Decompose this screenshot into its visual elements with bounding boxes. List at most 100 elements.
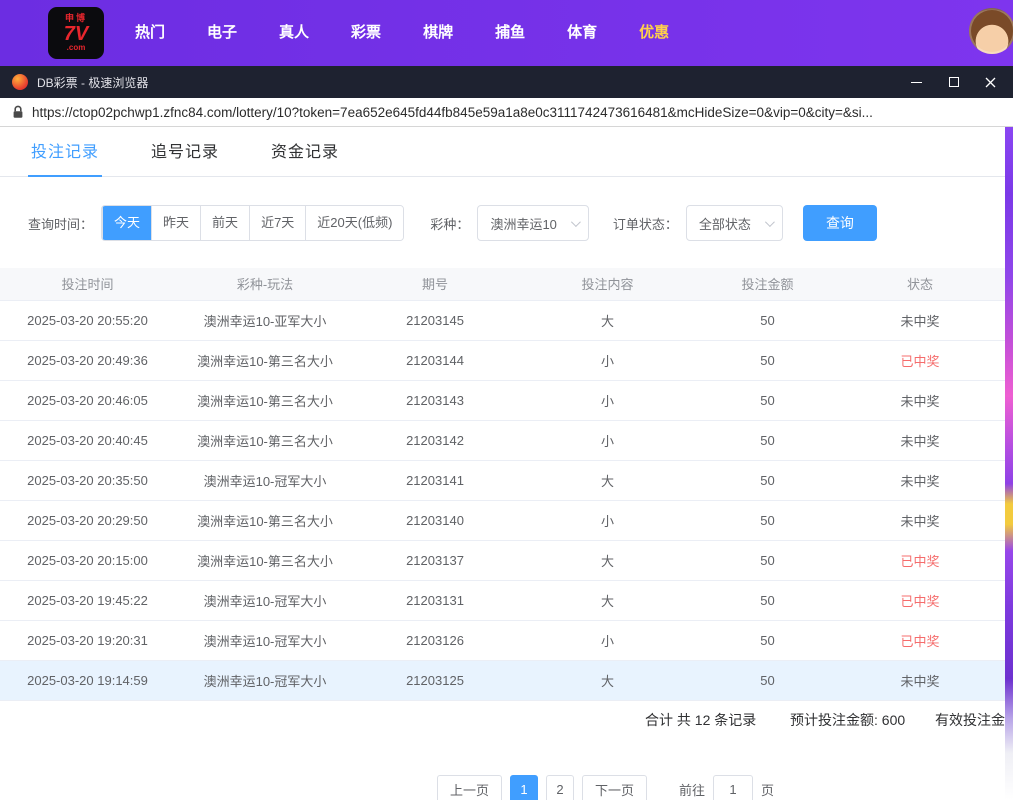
table-row[interactable]: 2025-03-20 20:46:05 澳洲幸运10-第三名大小 2120314… — [0, 380, 1005, 420]
order-status-select[interactable]: 全部状态 — [686, 205, 783, 241]
cell-status: 未中奖 — [835, 460, 1005, 500]
cell-bet-amount: 50 — [700, 660, 835, 700]
cell-game-play: 澳洲幸运10-第三名大小 — [175, 420, 355, 460]
goto-unit-label: 页 — [761, 780, 774, 799]
cell-bet-time: 2025-03-20 20:35:50 — [0, 460, 175, 500]
cell-game-play: 澳洲幸运10-冠军大小 — [175, 580, 355, 620]
nav-item[interactable]: 棋牌 — [402, 0, 474, 66]
cell-issue-number: 21203126 — [355, 620, 515, 660]
cell-bet-time: 2025-03-20 19:20:31 — [0, 620, 175, 660]
address-bar: https://ctop02pchwp1.zfnc84.com/lottery/… — [0, 98, 1013, 127]
cell-bet-amount: 50 — [700, 380, 835, 420]
nav-item[interactable]: 真人 — [258, 0, 330, 66]
order-status-value: 全部状态 — [699, 214, 751, 233]
tab[interactable]: 资金记录 — [268, 138, 342, 176]
cell-bet-content: 小 — [515, 340, 700, 380]
page-number-button[interactable]: 1 — [510, 775, 538, 800]
table-header-row: 投注时间 彩种-玩法 期号 投注内容 投注金额 状态 — [0, 268, 1005, 300]
table-header-cell: 状态 — [835, 268, 1005, 300]
cell-bet-content: 小 — [515, 620, 700, 660]
cell-game-play: 澳洲幸运10-冠军大小 — [175, 620, 355, 660]
cell-bet-amount: 50 — [700, 500, 835, 540]
table-header-cell: 期号 — [355, 268, 515, 300]
order-status-label: 订单状态： — [613, 214, 678, 233]
cell-issue-number: 21203144 — [355, 340, 515, 380]
table-row[interactable]: 2025-03-20 20:29:50 澳洲幸运10-第三名大小 2120314… — [0, 500, 1005, 540]
cell-issue-number: 21203140 — [355, 500, 515, 540]
tab[interactable]: 投注记录 — [28, 138, 102, 177]
table-row[interactable]: 2025-03-20 20:40:45 澳洲幸运10-第三名大小 2120314… — [0, 420, 1005, 460]
logo-text-bottom: .com — [67, 44, 86, 53]
next-page-button[interactable]: 下一页 — [582, 775, 647, 800]
page-number-button[interactable]: 2 — [546, 775, 574, 800]
cell-bet-content: 小 — [515, 500, 700, 540]
cell-bet-time: 2025-03-20 20:55:20 — [0, 300, 175, 340]
nav-item[interactable]: 彩票 — [330, 0, 402, 66]
cell-bet-time: 2025-03-20 20:40:45 — [0, 420, 175, 460]
time-range-option[interactable]: 近20天(低频) — [305, 206, 403, 240]
cell-bet-amount: 50 — [700, 460, 835, 500]
table-row[interactable]: 2025-03-20 19:20:31 澳洲幸运10-冠军大小 21203126… — [0, 620, 1005, 660]
nav-item[interactable]: 热门 — [114, 0, 186, 66]
cell-game-play: 澳洲幸运10-第三名大小 — [175, 500, 355, 540]
tab[interactable]: 追号记录 — [148, 138, 222, 176]
cell-status: 未中奖 — [835, 300, 1005, 340]
lottery-type-value: 澳洲幸运10 — [490, 214, 556, 233]
pagination: 上一页 1 2 下一页 前往 页 — [437, 775, 774, 800]
valid-amount-text: 有效投注金 — [935, 700, 1005, 740]
site-logo[interactable]: 申博 7V .com — [48, 7, 104, 59]
window-title: DB彩票 - 极速浏览器 — [37, 74, 148, 91]
nav-item[interactable]: 体育 — [546, 0, 618, 66]
cell-bet-amount: 50 — [700, 580, 835, 620]
logo-text-main: 7V — [64, 24, 88, 44]
table-row[interactable]: 2025-03-20 19:14:59 澳洲幸运10-冠军大小 21203125… — [0, 660, 1005, 700]
bet-records-table: 投注时间 彩种-玩法 期号 投注内容 投注金额 状态 — [0, 268, 1005, 701]
site-header: 申博 7V .com 热门 电子 真人 彩票 棋牌 捕鱼 体育 优惠 — [0, 0, 1013, 66]
nav-item[interactable]: 电子 — [186, 0, 258, 66]
cell-bet-time: 2025-03-20 20:29:50 — [0, 500, 175, 540]
table-header-cell: 投注金额 — [700, 268, 835, 300]
table-row[interactable]: 2025-03-20 20:55:20 澳洲幸运10-亚军大小 21203145… — [0, 300, 1005, 340]
cell-bet-time: 2025-03-20 19:14:59 — [0, 660, 175, 700]
close-button[interactable] — [972, 66, 1009, 98]
nav-item[interactable]: 优惠 — [618, 0, 690, 66]
window-controls — [898, 66, 1009, 98]
cell-bet-time: 2025-03-20 20:15:00 — [0, 540, 175, 580]
browser-titlebar: DB彩票 - 极速浏览器 — [0, 66, 1013, 98]
table-row[interactable]: 2025-03-20 20:49:36 澳洲幸运10-第三名大小 2120314… — [0, 340, 1005, 380]
chevron-down-icon — [765, 217, 775, 227]
table-row[interactable]: 2025-03-20 20:35:50 澳洲幸运10-冠军大小 21203141… — [0, 460, 1005, 500]
time-range-option[interactable]: 昨天 — [151, 206, 200, 240]
time-range-option[interactable]: 近7天 — [249, 206, 305, 240]
table-row[interactable]: 2025-03-20 19:45:22 澳洲幸运10-冠军大小 21203131… — [0, 580, 1005, 620]
minimize-button[interactable] — [898, 66, 935, 98]
cell-status: 未中奖 — [835, 420, 1005, 460]
nav-item[interactable]: 捕鱼 — [474, 0, 546, 66]
cell-bet-amount: 50 — [700, 420, 835, 460]
cell-issue-number: 21203142 — [355, 420, 515, 460]
main-nav: 热门 电子 真人 彩票 棋牌 捕鱼 体育 优惠 — [114, 0, 690, 66]
cell-status: 已中奖 — [835, 540, 1005, 580]
prev-page-button[interactable]: 上一页 — [437, 775, 502, 800]
goto-page-input[interactable] — [713, 775, 753, 800]
cell-issue-number: 21203125 — [355, 660, 515, 700]
table-header-cell: 彩种-玩法 — [175, 268, 355, 300]
expected-amount-text: 预计投注金额: 600 — [790, 700, 905, 740]
search-button[interactable]: 查询 — [803, 205, 877, 241]
time-range-option[interactable]: 前天 — [200, 206, 249, 240]
cell-game-play: 澳洲幸运10-第三名大小 — [175, 540, 355, 580]
user-avatar[interactable] — [969, 8, 1013, 54]
cell-status: 未中奖 — [835, 380, 1005, 420]
url-input[interactable]: https://ctop02pchwp1.zfnc84.com/lottery/… — [32, 105, 1001, 120]
page-number-list: 1 2 — [510, 775, 582, 800]
maximize-button[interactable] — [935, 66, 972, 98]
lottery-type-select[interactable]: 澳洲幸运10 — [477, 205, 588, 241]
cell-status: 已中奖 — [835, 580, 1005, 620]
table-row[interactable]: 2025-03-20 20:15:00 澳洲幸运10-第三名大小 2120313… — [0, 540, 1005, 580]
total-records-text: 合计 共 12 条记录 — [645, 700, 756, 740]
table-header-cell: 投注时间 — [0, 268, 175, 300]
cell-bet-time: 2025-03-20 20:46:05 — [0, 380, 175, 420]
time-range-option[interactable]: 今天 — [102, 206, 151, 240]
close-icon — [985, 77, 996, 88]
maximize-icon — [949, 77, 959, 87]
